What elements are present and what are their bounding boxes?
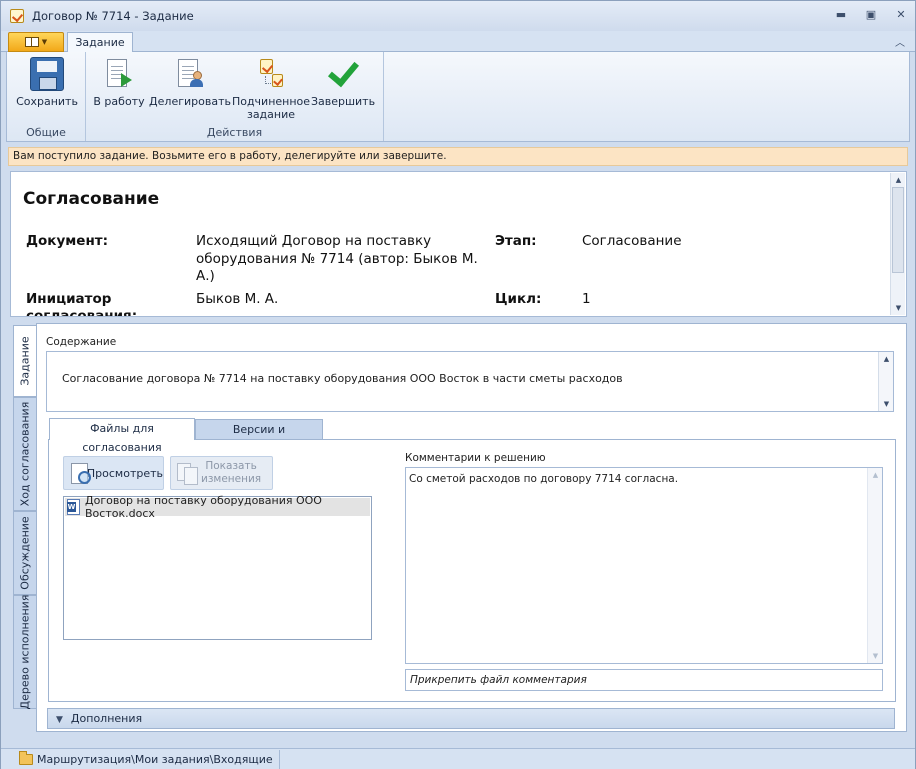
complete-button[interactable]: Завершить xyxy=(310,57,376,108)
subtask-label-line1: Подчиненное xyxy=(231,95,311,108)
scroll-up-icon[interactable]: ▲ xyxy=(868,468,883,482)
scroll-thumb[interactable] xyxy=(892,187,904,273)
tab-discussion-label: Обсуждение xyxy=(18,516,32,590)
extras-section-header[interactable]: ▼ Дополнения xyxy=(47,708,895,729)
files-tab-panel: Просмотреть Показать изменения Договор н… xyxy=(48,439,896,702)
file-list[interactable]: Договор на поставку оборудования ООО Вос… xyxy=(63,494,372,640)
subtask-icon xyxy=(254,57,288,91)
floppy-disk-icon xyxy=(30,57,64,91)
subtask-button[interactable]: Подчиненное задание xyxy=(231,57,311,121)
view-file-button[interactable]: Просмотреть xyxy=(63,456,164,490)
stage-label: Этап: xyxy=(495,233,537,249)
subtask-label-line2: задание xyxy=(246,108,296,121)
info-bar: Вам поступило задание. Возьмите его в ра… xyxy=(8,147,908,166)
tab-approval-progress-label: Ход согласования xyxy=(18,401,32,507)
delegate-label: Делегировать xyxy=(149,95,231,108)
ribbon-tab-task[interactable]: Задание xyxy=(67,32,133,53)
content-text: Согласование договора № 7714 на поставку… xyxy=(62,372,623,385)
compare-documents-icon xyxy=(176,462,198,485)
word-document-icon xyxy=(67,499,81,515)
minimize-icon[interactable]: ▬ xyxy=(833,8,849,22)
attach-comment-file-field[interactable]: Прикрепить файл комментария xyxy=(405,669,883,691)
scroll-up-icon[interactable]: ▲ xyxy=(879,352,894,366)
header-scrollbar[interactable]: ▲ ▼ xyxy=(890,173,905,315)
side-tabs: Задание Ход согласования Обсуждение Дере… xyxy=(13,325,36,731)
initiator-label: Инициатор согласования: xyxy=(26,291,138,317)
checkmark-icon xyxy=(326,57,360,91)
delegate-button[interactable]: Делегировать xyxy=(149,57,231,108)
content-label: Содержание xyxy=(46,336,117,348)
initiator-value: Быков М. А. xyxy=(196,291,279,307)
task-content-panel: Содержание Согласование договора № 7714 … xyxy=(36,323,907,732)
list-item[interactable]: Договор на поставку оборудования ООО Вос… xyxy=(65,494,370,520)
document-play-icon xyxy=(102,57,136,91)
show-changes-label: Показать изменения xyxy=(201,460,262,485)
view-file-label: Просмотреть xyxy=(86,466,163,480)
content-field[interactable]: Согласование договора № 7714 на поставку… xyxy=(46,351,894,412)
take-to-work-button[interactable]: В работу xyxy=(92,57,146,108)
window-controls: ▬ ▣ ✕ xyxy=(833,8,909,22)
tab-task-label: Задание xyxy=(18,336,32,386)
app-menu-button[interactable]: ▼ xyxy=(8,32,64,52)
cycle-label: Цикл: xyxy=(495,291,542,307)
scroll-down-icon[interactable]: ▼ xyxy=(891,301,906,315)
ribbon: Сохранить Общие В работу Делегировать По… xyxy=(6,52,910,142)
comments-text: Со сметой расходов по договору 7714 согл… xyxy=(409,473,679,485)
save-label: Сохранить xyxy=(16,95,78,108)
status-path-text: Маршрутизация\Мои задания\Входящие xyxy=(37,753,273,766)
magnifier-document-icon xyxy=(69,462,91,484)
stage-value: Согласование xyxy=(582,233,682,249)
task-header-panel: Согласование Документ: Исходящий Договор… xyxy=(10,171,907,317)
comments-scrollbar[interactable]: ▲ ▼ xyxy=(867,468,882,663)
folder-icon xyxy=(19,751,33,765)
app-menu-icon xyxy=(24,37,39,47)
ribbon-tab-row: ▼ Задание ︿ xyxy=(1,31,915,53)
content-scrollbar[interactable]: ▲ ▼ xyxy=(878,352,893,411)
task-title: Согласование xyxy=(23,189,160,209)
restore-icon[interactable]: ▣ xyxy=(863,8,879,22)
comments-field[interactable]: Со сметой расходов по договору 7714 согл… xyxy=(405,467,883,664)
comments-label: Комментарии к решению xyxy=(405,452,546,464)
ribbon-group-general-label: Общие xyxy=(26,126,66,139)
window-title: Договор № 7714 - Задание xyxy=(32,9,194,23)
take-to-work-label: В работу xyxy=(93,95,145,108)
chevron-down-icon: ▼ xyxy=(56,715,63,725)
tab-approval-progress[interactable]: Ход согласования xyxy=(13,397,36,511)
chevron-down-icon: ▼ xyxy=(41,38,48,46)
file-name: Договор на поставку оборудования ООО Вос… xyxy=(85,494,322,520)
scroll-down-icon[interactable]: ▼ xyxy=(879,397,894,411)
document-user-icon xyxy=(173,57,207,91)
main-area: Задание Ход согласования Обсуждение Дере… xyxy=(10,323,907,738)
ribbon-group-general: Сохранить Общие xyxy=(7,52,86,141)
task-app-icon xyxy=(10,9,24,23)
status-path[interactable]: Маршрутизация\Мои задания\Входящие xyxy=(15,750,280,769)
document-value[interactable]: Исходящий Договор на поставку оборудован… xyxy=(196,233,481,286)
tab-task[interactable]: Задание xyxy=(13,325,36,397)
tab-execution-tree-label: Дерево исполнения xyxy=(18,594,32,710)
save-button[interactable]: Сохранить xyxy=(13,57,81,108)
tab-discussion[interactable]: Обсуждение xyxy=(13,511,36,595)
ribbon-group-actions-label: Действия xyxy=(206,126,263,139)
collapse-ribbon-icon[interactable]: ︿ xyxy=(895,34,905,49)
tab-files-for-approval[interactable]: Файлы для согласования xyxy=(49,418,195,454)
ribbon-group-actions: В работу Делегировать Подчиненное задани… xyxy=(86,52,384,141)
status-bar: Маршрутизация\Мои задания\Входящие xyxy=(1,748,915,769)
scroll-down-icon[interactable]: ▼ xyxy=(868,649,883,663)
complete-label: Завершить xyxy=(310,95,376,108)
extras-label: Дополнения xyxy=(70,712,143,725)
tab-execution-tree[interactable]: Дерево исполнения xyxy=(13,595,36,709)
show-changes-button[interactable]: Показать изменения xyxy=(170,456,273,490)
tab-versions-comments[interactable]: Версии и комментарии xyxy=(195,419,323,455)
scroll-up-icon[interactable]: ▲ xyxy=(891,173,906,187)
cycle-value: 1 xyxy=(582,291,591,307)
task-window: Договор № 7714 - Задание ▬ ▣ ✕ ▼ Задание… xyxy=(0,0,916,769)
title-bar: Договор № 7714 - Задание ▬ ▣ ✕ xyxy=(1,1,915,31)
close-icon[interactable]: ✕ xyxy=(893,8,909,22)
document-label: Документ: xyxy=(26,233,109,249)
